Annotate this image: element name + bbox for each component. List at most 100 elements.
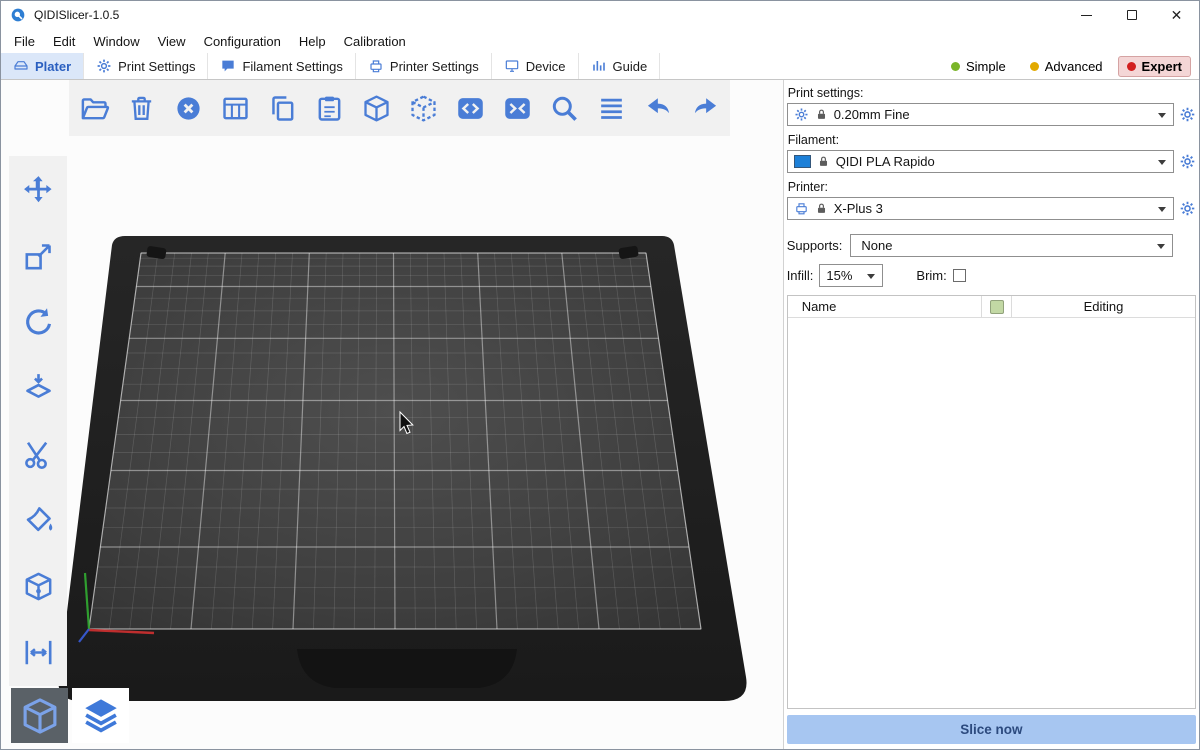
editor-view-button[interactable] <box>11 688 68 743</box>
cut-icon <box>22 438 55 471</box>
add-instance-button[interactable] <box>356 88 396 128</box>
tab-print-settings-label: Print Settings <box>118 59 195 74</box>
menu-calibration[interactable]: Calibration <box>335 31 415 52</box>
paste-button[interactable] <box>309 88 349 128</box>
menu-edit[interactable]: Edit <box>44 31 84 52</box>
filament-dropdown[interactable]: QIDI PLA Rapido <box>787 150 1174 173</box>
mode-advanced-label: Advanced <box>1045 59 1103 74</box>
measure-icon <box>22 636 55 669</box>
tab-printer-settings[interactable]: Printer Settings <box>356 53 492 79</box>
view-toggles <box>11 688 129 743</box>
open-button[interactable] <box>74 88 114 128</box>
infill-label: Infill: <box>787 268 814 283</box>
chevron-down-icon <box>1158 113 1166 122</box>
move-button[interactable] <box>18 170 58 210</box>
app-window: QIDISlicer-1.0.5 ✕ File Edit Window View… <box>0 0 1200 750</box>
viewport-3d[interactable] <box>1 80 783 749</box>
seam-paint-button[interactable] <box>18 566 58 606</box>
paste-icon <box>314 93 345 124</box>
simple-mode-dot-icon <box>951 62 960 71</box>
mode-simple[interactable]: Simple <box>942 56 1015 77</box>
print-settings-gear-button[interactable] <box>1179 106 1196 123</box>
lock-icon <box>817 155 830 168</box>
tab-filament-settings-label: Filament Settings <box>242 59 342 74</box>
printer-gear-button[interactable] <box>1179 200 1196 217</box>
filament-value: QIDI PLA Rapido <box>836 154 935 169</box>
mode-advanced[interactable]: Advanced <box>1021 56 1112 77</box>
plater-icon <box>13 58 29 74</box>
tab-plater-label: Plater <box>35 59 71 74</box>
maximize-icon <box>1127 10 1137 20</box>
extruder-color-swatch <box>990 300 1004 314</box>
tab-bar: Plater Print Settings Filament Settings … <box>1 53 1199 80</box>
maximize-button[interactable] <box>1109 1 1154 29</box>
object-list-body[interactable] <box>788 318 1195 708</box>
minimize-button[interactable] <box>1064 1 1109 29</box>
split-parts-button[interactable] <box>497 88 537 128</box>
lock-icon <box>815 202 828 215</box>
menu-configuration[interactable]: Configuration <box>195 31 290 52</box>
remove-instance-icon <box>408 93 439 124</box>
tab-device[interactable]: Device <box>492 53 579 79</box>
menu-file[interactable]: File <box>5 31 44 52</box>
search-button[interactable] <box>544 88 584 128</box>
place-on-face-button[interactable] <box>18 368 58 408</box>
move-icon <box>22 174 55 207</box>
scale-button[interactable] <box>18 236 58 276</box>
preview-view-button[interactable] <box>72 688 129 743</box>
tab-print-settings[interactable]: Print Settings <box>84 53 208 79</box>
close-icon: ✕ <box>1171 8 1183 22</box>
supports-value: None <box>861 238 892 253</box>
copy-button[interactable] <box>262 88 302 128</box>
tab-filament-settings[interactable]: Filament Settings <box>208 53 355 79</box>
filament-label: Filament: <box>788 133 1196 147</box>
tab-plater[interactable]: Plater <box>1 53 84 79</box>
chevron-down-icon <box>1157 244 1165 253</box>
tab-printer-settings-label: Printer Settings <box>390 59 479 74</box>
rotate-button[interactable] <box>18 302 58 342</box>
search-icon <box>549 93 580 124</box>
close-button[interactable]: ✕ <box>1154 1 1199 29</box>
editor-view-icon <box>19 695 61 737</box>
rotate-icon <box>22 306 55 339</box>
supports-dropdown[interactable]: None <box>850 234 1173 257</box>
printer-icon <box>368 58 384 74</box>
undo-button[interactable] <box>638 88 678 128</box>
measure-button[interactable] <box>18 632 58 672</box>
remove-instance-button[interactable] <box>403 88 443 128</box>
guide-icon <box>591 58 607 74</box>
place-on-face-icon <box>22 372 55 405</box>
chevron-down-icon <box>1158 207 1166 216</box>
editing-column-header: Editing <box>1012 296 1195 317</box>
split-objects-button[interactable] <box>450 88 490 128</box>
menu-window[interactable]: Window <box>84 31 148 52</box>
mode-switcher: Simple Advanced Expert <box>936 53 1199 79</box>
filament-gear-button[interactable] <box>1179 153 1196 170</box>
printer-dropdown[interactable]: X-Plus 3 <box>787 197 1174 220</box>
copy-icon <box>267 93 298 124</box>
cut-button[interactable] <box>18 434 58 474</box>
variable-layer-height-icon <box>596 93 627 124</box>
print-bed-canvas[interactable] <box>1 80 783 749</box>
mode-expert[interactable]: Expert <box>1118 56 1191 77</box>
delete-all-icon <box>173 93 204 124</box>
paint-supports-icon <box>22 504 55 537</box>
bed-handle-recess <box>297 649 517 688</box>
gear-icon <box>1179 153 1196 170</box>
infill-dropdown[interactable]: 15% <box>819 264 883 287</box>
menu-help[interactable]: Help <box>290 31 335 52</box>
delete-button[interactable] <box>121 88 161 128</box>
variable-layer-height-button[interactable] <box>591 88 631 128</box>
print-settings-dropdown[interactable]: 0.20mm Fine <box>787 103 1174 126</box>
slice-now-button[interactable]: Slice now <box>787 715 1196 744</box>
paint-supports-button[interactable] <box>18 500 58 540</box>
gear-icon <box>96 58 112 74</box>
menu-view[interactable]: View <box>149 31 195 52</box>
brim-checkbox[interactable] <box>953 269 966 282</box>
advanced-mode-dot-icon <box>1030 62 1039 71</box>
window-title: QIDISlicer-1.0.5 <box>34 8 119 22</box>
arrange-button[interactable] <box>215 88 255 128</box>
redo-button[interactable] <box>685 88 725 128</box>
tab-guide[interactable]: Guide <box>579 53 661 79</box>
delete-all-button[interactable] <box>168 88 208 128</box>
